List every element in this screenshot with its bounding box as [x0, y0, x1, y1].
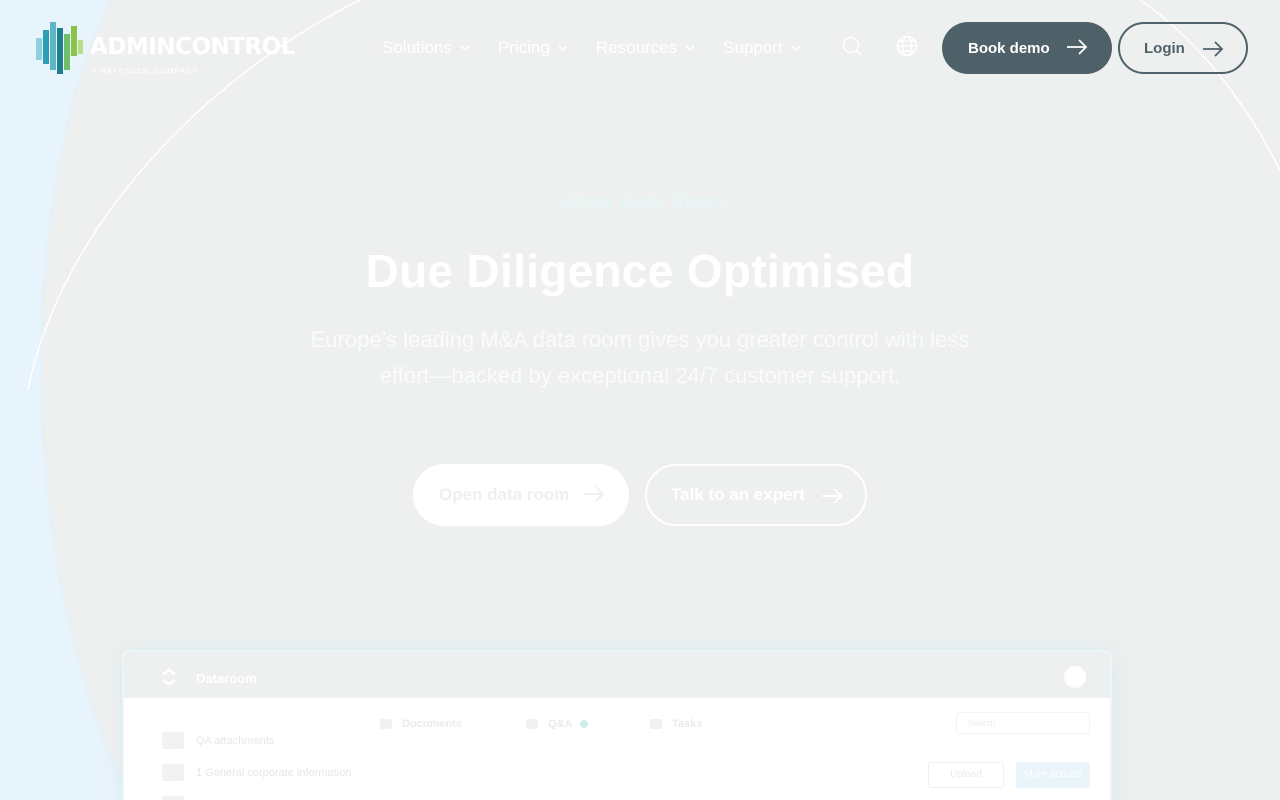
- logo-mark-icon: [36, 22, 83, 74]
- list-item[interactable]: QA attachments: [162, 732, 274, 749]
- tasks-icon: [650, 719, 662, 729]
- tab-label: Documents: [402, 718, 462, 730]
- nav-item-solutions[interactable]: Solutions: [382, 38, 470, 58]
- chevron-down-icon: [685, 45, 695, 52]
- hero-title: Due Diligence Optimised: [365, 245, 915, 297]
- more-actions-button[interactable]: More actions: [1016, 762, 1090, 788]
- tab-tasks[interactable]: Tasks: [650, 718, 702, 730]
- open-data-room-label: Open data room: [439, 485, 570, 504]
- nav-item-label: Resources: [595, 38, 678, 57]
- nav-item-label: Solutions: [382, 38, 452, 57]
- login-label: Login: [1144, 39, 1185, 57]
- qa-icon: [526, 719, 538, 729]
- preview-search-input[interactable]: Search: [956, 712, 1090, 734]
- list-item-label: QA attachments: [196, 734, 275, 747]
- arrow-right-icon: [1067, 39, 1088, 55]
- upload-button[interactable]: Upload: [928, 762, 1004, 788]
- search-icon[interactable]: [840, 34, 864, 58]
- main-nav: Solutions Pricing Resources Support: [382, 36, 829, 60]
- folder-icon: [162, 764, 184, 781]
- book-demo-label: Book demo: [968, 39, 1050, 57]
- list-item[interactable]: 1 General corporate information: [162, 764, 351, 781]
- tab-label: Q&A: [548, 718, 573, 730]
- tab-qa[interactable]: Q&A: [526, 718, 589, 730]
- chevron-down-icon: [791, 45, 801, 52]
- folder-icon: [162, 732, 184, 749]
- tab-label: Tasks: [672, 718, 703, 730]
- product-preview: Dataroom Documents Q&A Tasks Search QA a…: [122, 650, 1112, 800]
- dataroom-logo-icon: [162, 668, 176, 686]
- nav-item-support[interactable]: Support: [723, 38, 801, 58]
- arrow-right-icon: [584, 486, 605, 502]
- brand-logo[interactable]: ADMINCONTROL A RAVENSEIL COMPANY: [36, 20, 295, 76]
- preview-app-title: Dataroom: [196, 671, 257, 686]
- preview-titlebar: Dataroom: [124, 652, 1110, 698]
- talk-to-expert-label: Talk to an expert: [671, 485, 805, 504]
- hero-subtitle: Europe’s leading M&A data room gives you…: [310, 327, 970, 388]
- talk-to-expert-button[interactable]: Talk to an expert: [645, 464, 867, 526]
- status-dot: [580, 720, 589, 728]
- folder-icon: [162, 796, 184, 800]
- avatar[interactable]: [1064, 666, 1086, 688]
- chevron-down-icon: [558, 45, 568, 52]
- documents-icon: [380, 719, 392, 729]
- list-item[interactable]: [162, 796, 196, 800]
- globe-icon[interactable]: [895, 34, 919, 58]
- brand-name: ADMINCONTROL: [90, 34, 295, 60]
- list-item-label: 1 General corporate information: [196, 766, 352, 779]
- nav-item-label: Pricing: [497, 38, 550, 57]
- login-button[interactable]: Login: [1118, 22, 1248, 74]
- nav-item-resources[interactable]: Resources: [596, 38, 695, 58]
- arrow-right-icon: [822, 488, 843, 504]
- hero-eyebrow: Virtual Data Room: [554, 190, 726, 213]
- chevron-down-icon: [460, 45, 470, 52]
- nav-item-label: Support: [723, 38, 783, 57]
- arrow-right-icon: [1203, 41, 1224, 57]
- tab-documents[interactable]: Documents: [380, 718, 462, 730]
- open-data-room-button[interactable]: Open data room: [413, 464, 629, 526]
- site-header: ADMINCONTROL A RAVENSEIL COMPANY Solutio…: [0, 0, 1280, 96]
- brand-tagline: A RAVENSEIL COMPANY: [92, 66, 199, 75]
- nav-item-pricing[interactable]: Pricing: [498, 38, 568, 58]
- book-demo-button[interactable]: Book demo: [942, 22, 1112, 74]
